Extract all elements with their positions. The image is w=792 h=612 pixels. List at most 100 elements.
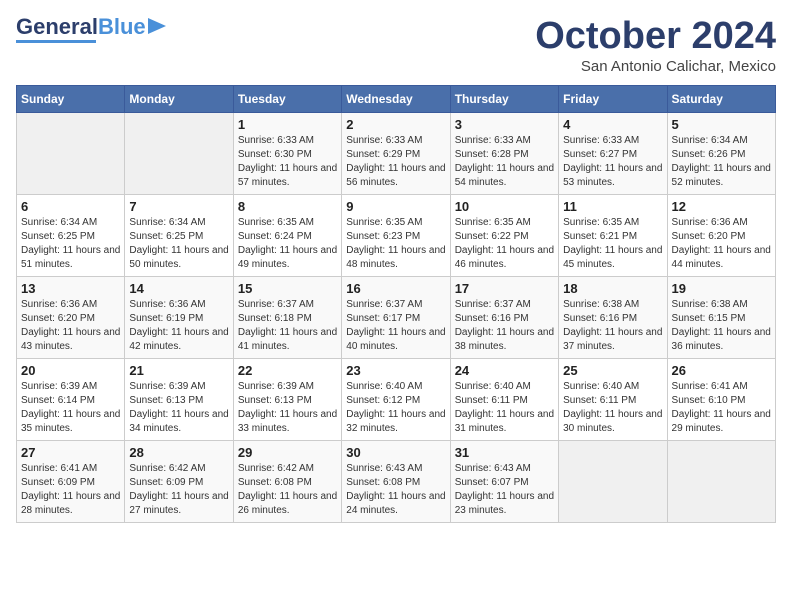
month-title: October 2024: [535, 16, 776, 58]
calendar-cell: 29Sunrise: 6:42 AM Sunset: 6:08 PM Dayli…: [233, 440, 341, 522]
day-info: Sunrise: 6:36 AM Sunset: 6:20 PM Dayligh…: [21, 298, 120, 354]
calendar-cell: 4Sunrise: 6:33 AM Sunset: 6:27 PM Daylig…: [559, 112, 667, 194]
calendar-cell: 7 Sunrise: 6:34 AM Sunset: 6:25 PM Daylig…: [125, 194, 233, 276]
weekday-header: Tuesday: [233, 85, 341, 112]
calendar-cell: 30Sunrise: 6:43 AM Sunset: 6:08 PM Dayli…: [342, 440, 450, 522]
logo-underline: [16, 40, 96, 43]
logo: GeneralBlue: [16, 16, 166, 43]
calendar-cell: 25 Sunrise: 6:40 AM Sunset: 6:11 PM Dayli…: [559, 358, 667, 440]
calendar-cell: 9Sunrise: 6:35 AM Sunset: 6:23 PM Daylig…: [342, 194, 450, 276]
calendar-table: SundayMondayTuesdayWednesdayThursdayFrid…: [16, 85, 776, 523]
calendar-cell: 13 Sunrise: 6:36 AM Sunset: 6:20 PM Dayli…: [17, 276, 125, 358]
calendar-cell: 11 Sunrise: 6:35 AM Sunset: 6:21 PM Dayli…: [559, 194, 667, 276]
calendar-cell: 16Sunrise: 6:37 AM Sunset: 6:17 PM Dayli…: [342, 276, 450, 358]
location: San Antonio Calichar, Mexico: [535, 58, 776, 75]
logo-arrow-icon: [148, 18, 166, 34]
day-info: Sunrise: 6:38 AM Sunset: 6:16 PM Dayligh…: [563, 298, 662, 354]
weekday-row: SundayMondayTuesdayWednesdayThursdayFrid…: [17, 85, 776, 112]
day-number: 8: [238, 199, 337, 214]
day-info: Sunrise: 6:33 AM Sunset: 6:29 PM Dayligh…: [346, 134, 445, 190]
day-info: Sunrise: 6:40 AM Sunset: 6:11 PM Dayligh…: [563, 380, 662, 436]
day-number: 14: [129, 281, 228, 296]
day-info: Sunrise: 6:34 AM Sunset: 6:25 PM Dayligh…: [21, 216, 120, 272]
calendar-week-row: 20Sunrise: 6:39 AM Sunset: 6:14 PM Dayli…: [17, 358, 776, 440]
day-number: 28: [129, 445, 228, 460]
day-info: Sunrise: 6:40 AM Sunset: 6:11 PM Dayligh…: [455, 380, 554, 436]
calendar-cell: 21 Sunrise: 6:39 AM Sunset: 6:13 PM Dayli…: [125, 358, 233, 440]
calendar-cell: 15Sunrise: 6:37 AM Sunset: 6:18 PM Dayli…: [233, 276, 341, 358]
calendar-cell: 1Sunrise: 6:33 AM Sunset: 6:30 PM Daylig…: [233, 112, 341, 194]
title-block: October 2024 San Antonio Calichar, Mexic…: [535, 16, 776, 75]
day-info: Sunrise: 6:38 AM Sunset: 6:15 PM Dayligh…: [672, 298, 771, 354]
calendar-cell: 3 Sunrise: 6:33 AM Sunset: 6:28 PM Daylig…: [450, 112, 558, 194]
calendar-cell: 20Sunrise: 6:39 AM Sunset: 6:14 PM Dayli…: [17, 358, 125, 440]
day-number: 26: [672, 363, 771, 378]
calendar-cell: 26 Sunrise: 6:41 AM Sunset: 6:10 PM Dayli…: [667, 358, 775, 440]
logo-text: GeneralBlue: [16, 16, 146, 38]
calendar-cell: 27Sunrise: 6:41 AM Sunset: 6:09 PM Dayli…: [17, 440, 125, 522]
day-info: Sunrise: 6:33 AM Sunset: 6:30 PM Dayligh…: [238, 134, 337, 190]
day-info: Sunrise: 6:41 AM Sunset: 6:10 PM Dayligh…: [672, 380, 771, 436]
calendar-cell: [125, 112, 233, 194]
day-info: Sunrise: 6:35 AM Sunset: 6:23 PM Dayligh…: [346, 216, 445, 272]
day-info: Sunrise: 6:39 AM Sunset: 6:14 PM Dayligh…: [21, 380, 120, 436]
day-number: 5: [672, 117, 771, 132]
page-header: GeneralBlue October 2024 San Antonio Cal…: [16, 16, 776, 75]
day-number: 18: [563, 281, 662, 296]
day-number: 27: [21, 445, 120, 460]
day-info: Sunrise: 6:34 AM Sunset: 6:26 PM Dayligh…: [672, 134, 771, 190]
day-info: Sunrise: 6:35 AM Sunset: 6:22 PM Dayligh…: [455, 216, 554, 272]
day-number: 23: [346, 363, 445, 378]
calendar-week-row: 27Sunrise: 6:41 AM Sunset: 6:09 PM Dayli…: [17, 440, 776, 522]
calendar-cell: 23 Sunrise: 6:40 AM Sunset: 6:12 PM Dayli…: [342, 358, 450, 440]
day-number: 17: [455, 281, 554, 296]
day-info: Sunrise: 6:33 AM Sunset: 6:27 PM Dayligh…: [563, 134, 662, 190]
day-info: Sunrise: 6:40 AM Sunset: 6:12 PM Dayligh…: [346, 380, 445, 436]
calendar-cell: [667, 440, 775, 522]
day-number: 25: [563, 363, 662, 378]
day-number: 10: [455, 199, 554, 214]
calendar-header: SundayMondayTuesdayWednesdayThursdayFrid…: [17, 85, 776, 112]
day-info: Sunrise: 6:36 AM Sunset: 6:19 PM Dayligh…: [129, 298, 228, 354]
calendar-cell: [17, 112, 125, 194]
day-number: 6: [21, 199, 120, 214]
day-info: Sunrise: 6:35 AM Sunset: 6:21 PM Dayligh…: [563, 216, 662, 272]
day-number: 3: [455, 117, 554, 132]
calendar-cell: 10 Sunrise: 6:35 AM Sunset: 6:22 PM Dayli…: [450, 194, 558, 276]
day-info: Sunrise: 6:34 AM Sunset: 6:25 PM Dayligh…: [129, 216, 228, 272]
calendar-cell: [559, 440, 667, 522]
day-number: 21: [129, 363, 228, 378]
day-number: 31: [455, 445, 554, 460]
day-info: Sunrise: 6:35 AM Sunset: 6:24 PM Dayligh…: [238, 216, 337, 272]
weekday-header: Friday: [559, 85, 667, 112]
day-number: 24: [455, 363, 554, 378]
calendar-cell: 19 Sunrise: 6:38 AM Sunset: 6:15 PM Dayli…: [667, 276, 775, 358]
day-number: 30: [346, 445, 445, 460]
day-number: 15: [238, 281, 337, 296]
calendar-week-row: 1Sunrise: 6:33 AM Sunset: 6:30 PM Daylig…: [17, 112, 776, 194]
day-number: 11: [563, 199, 662, 214]
day-number: 22: [238, 363, 337, 378]
calendar-cell: 14 Sunrise: 6:36 AM Sunset: 6:19 PM Dayli…: [125, 276, 233, 358]
day-number: 13: [21, 281, 120, 296]
weekday-header: Thursday: [450, 85, 558, 112]
calendar-cell: 12Sunrise: 6:36 AM Sunset: 6:20 PM Dayli…: [667, 194, 775, 276]
weekday-header: Wednesday: [342, 85, 450, 112]
day-number: 19: [672, 281, 771, 296]
weekday-header: Monday: [125, 85, 233, 112]
calendar-cell: 28Sunrise: 6:42 AM Sunset: 6:09 PM Dayli…: [125, 440, 233, 522]
calendar-cell: 17Sunrise: 6:37 AM Sunset: 6:16 PM Dayli…: [450, 276, 558, 358]
day-info: Sunrise: 6:39 AM Sunset: 6:13 PM Dayligh…: [129, 380, 228, 436]
day-number: 2: [346, 117, 445, 132]
weekday-header: Saturday: [667, 85, 775, 112]
day-info: Sunrise: 6:37 AM Sunset: 6:17 PM Dayligh…: [346, 298, 445, 354]
day-number: 7: [129, 199, 228, 214]
calendar-cell: 24 Sunrise: 6:40 AM Sunset: 6:11 PM Dayli…: [450, 358, 558, 440]
day-info: Sunrise: 6:33 AM Sunset: 6:28 PM Dayligh…: [455, 134, 554, 190]
day-number: 12: [672, 199, 771, 214]
calendar-body: 1Sunrise: 6:33 AM Sunset: 6:30 PM Daylig…: [17, 112, 776, 522]
weekday-header: Sunday: [17, 85, 125, 112]
calendar-cell: 22Sunrise: 6:39 AM Sunset: 6:13 PM Dayli…: [233, 358, 341, 440]
calendar-cell: 5 Sunrise: 6:34 AM Sunset: 6:26 PM Daylig…: [667, 112, 775, 194]
calendar-week-row: 13 Sunrise: 6:36 AM Sunset: 6:20 PM Dayli…: [17, 276, 776, 358]
